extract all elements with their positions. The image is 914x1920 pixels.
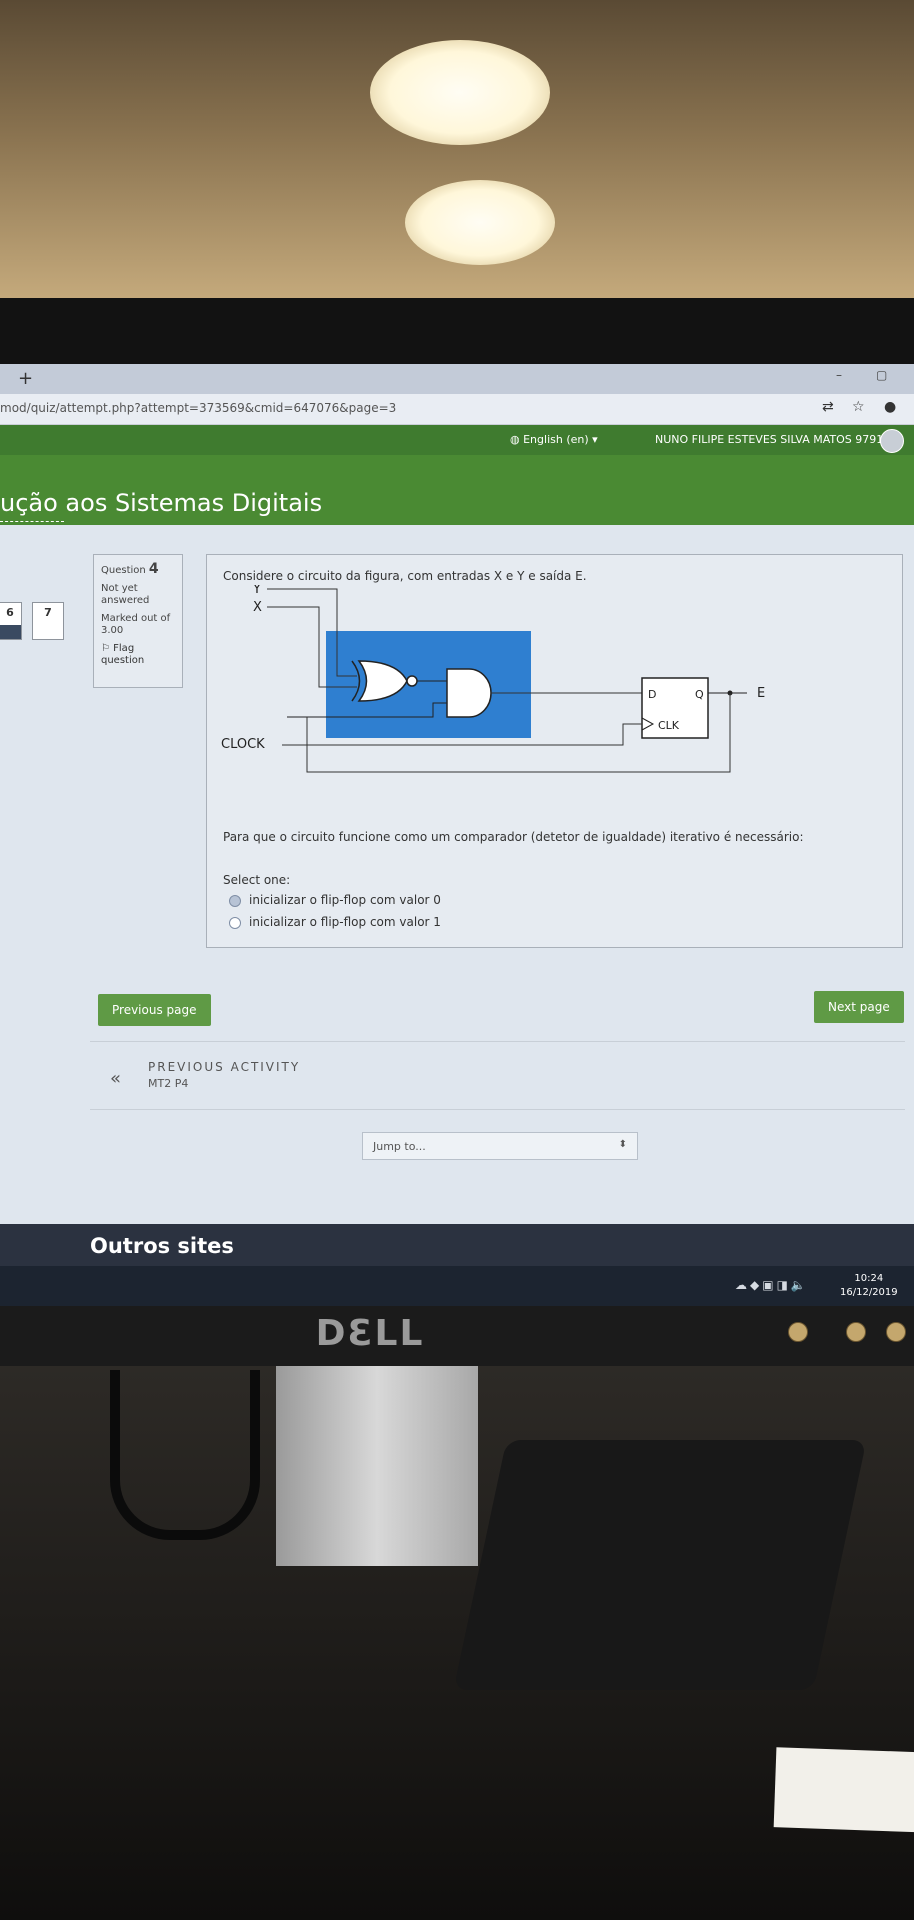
answer-option-label: inicializar o flip-flop com valor 1 bbox=[249, 915, 441, 929]
question-formulation: Considere o circuito da figura, com entr… bbox=[206, 554, 903, 948]
globe-icon: ◍ bbox=[510, 433, 524, 446]
svg-text:DƐLL: DƐLL bbox=[316, 1313, 425, 1353]
address-bar-row: mod/quiz/attempt.php?attempt=373569&cmid… bbox=[0, 394, 914, 425]
monitor-button[interactable] bbox=[788, 1322, 808, 1342]
course-title: ução aos Sistemas Digitais bbox=[0, 489, 323, 517]
cable bbox=[110, 1370, 260, 1540]
circuit-diagram: Y X CLOCK D Q CLK E bbox=[221, 585, 765, 773]
header-divider bbox=[0, 521, 64, 522]
language-menu[interactable]: ◍ English (en) ▾ bbox=[510, 433, 598, 446]
jump-to-select[interactable]: Jump to... ⬍ bbox=[362, 1132, 638, 1160]
dell-logo-mark: DƐLL bbox=[316, 1313, 425, 1353]
flag-icon: ⚐ bbox=[101, 643, 114, 654]
top-navbar: ◍ English (en) ▾ NUNO FILIPE ESTEVES SIL… bbox=[0, 425, 914, 455]
ceiling bbox=[0, 0, 914, 300]
restore-button[interactable]: ▢ bbox=[876, 368, 887, 382]
answer-option[interactable]: inicializar o flip-flop com valor 0 bbox=[229, 893, 441, 907]
clock-time: 10:24 bbox=[854, 1273, 884, 1284]
next-page-button[interactable]: Next page bbox=[814, 991, 904, 1023]
radio-button[interactable] bbox=[229, 916, 241, 929]
select-caret-icon: ⬍ bbox=[618, 1139, 627, 1150]
browser-tab-strip: + – ▢ bbox=[0, 364, 914, 394]
monitor-button[interactable] bbox=[846, 1322, 866, 1342]
footer: Outros sites bbox=[0, 1224, 914, 1266]
ceiling-lamp bbox=[370, 40, 550, 145]
answer-option[interactable]: inicializar o flip-flop com valor 1 bbox=[229, 915, 441, 929]
divider bbox=[90, 1109, 905, 1110]
divider bbox=[90, 1041, 905, 1042]
windows-taskbar: ☁◆▣◨🔈 10:24 16/12/2019 bbox=[0, 1266, 914, 1306]
previous-activity-label: PREVIOUS ACTIVITY bbox=[148, 1060, 301, 1074]
main-content: 6 7 Question 4 Not yet answered Marked o… bbox=[0, 524, 914, 1224]
language-label: English (en) bbox=[523, 433, 589, 446]
clock-date: 16/12/2019 bbox=[840, 1287, 898, 1298]
monitor-button[interactable] bbox=[886, 1322, 906, 1342]
xnor-inversion-bubble bbox=[406, 675, 418, 687]
circuit-highlight bbox=[326, 631, 531, 738]
new-tab-button[interactable]: + bbox=[18, 368, 33, 389]
address-bar[interactable]: mod/quiz/attempt.php?attempt=373569&cmid… bbox=[0, 401, 396, 415]
user-menu[interactable]: NUNO FILIPE ESTEVES SILVA MATOS 97915 bbox=[655, 433, 890, 446]
question-number: Question 4 bbox=[101, 561, 159, 577]
question-info: Question 4 Not yet answered Marked out o… bbox=[93, 554, 183, 688]
quiz-nav-button[interactable]: 7 bbox=[32, 602, 64, 640]
ceiling-lamp bbox=[405, 180, 555, 265]
previous-page-button[interactable]: Previous page bbox=[98, 994, 211, 1026]
question-prompt: Para que o circuito funcione como um com… bbox=[223, 830, 804, 844]
and-gate bbox=[446, 668, 492, 718]
bookmark-star-icon[interactable]: ☆ bbox=[852, 399, 865, 415]
avatar[interactable] bbox=[880, 429, 904, 453]
translate-icon[interactable]: ⇄ bbox=[822, 399, 834, 415]
answer-option-label: inicializar o flip-flop com valor 0 bbox=[249, 893, 441, 907]
ff-q-label: Q bbox=[695, 688, 704, 701]
radio-button[interactable] bbox=[229, 894, 241, 907]
monitor-stand-base bbox=[453, 1440, 867, 1690]
ff-clk-label: CLK bbox=[658, 719, 680, 732]
footer-title: Outros sites bbox=[90, 1234, 234, 1258]
jump-to-placeholder: Jump to... bbox=[373, 1140, 426, 1153]
label-clock: CLOCK bbox=[221, 737, 265, 752]
label-x: X bbox=[253, 600, 262, 615]
previous-activity-name: MT2 P4 bbox=[148, 1077, 189, 1090]
flag-question-link[interactable]: ⚐ Flag question bbox=[101, 643, 175, 667]
system-tray-icons[interactable]: ☁◆▣◨🔈 bbox=[735, 1278, 809, 1292]
monitor-screen: + – ▢ mod/quiz/attempt.php?attempt=37356… bbox=[0, 364, 914, 1306]
monitor-stand bbox=[276, 1366, 478, 1566]
monitor-bezel-top bbox=[0, 298, 914, 364]
answered-bar bbox=[0, 625, 21, 639]
question-state: Not yet answered bbox=[101, 583, 150, 606]
label-e: E bbox=[757, 686, 765, 701]
ff-d-label: D bbox=[648, 688, 656, 701]
page-header: ução aos Sistemas Digitais bbox=[0, 455, 914, 525]
taskbar-clock[interactable]: 10:24 16/12/2019 bbox=[840, 1272, 898, 1300]
label-y: Y bbox=[252, 585, 261, 597]
question-grade: Marked out of 3.00 bbox=[101, 613, 171, 636]
monitor-bezel-bottom bbox=[0, 1306, 914, 1366]
paper-note bbox=[773, 1747, 914, 1833]
quiz-nav-button[interactable]: 6 bbox=[0, 602, 22, 640]
dell-logo: DƐLL bbox=[315, 1310, 425, 1356]
select-one-label: Select one: bbox=[223, 873, 291, 887]
double-chevron-left-icon: « bbox=[110, 1068, 122, 1089]
profile-icon[interactable]: ● bbox=[884, 399, 896, 415]
question-text: Considere o circuito da figura, com entr… bbox=[223, 569, 587, 583]
minimize-button[interactable]: – bbox=[836, 368, 842, 382]
